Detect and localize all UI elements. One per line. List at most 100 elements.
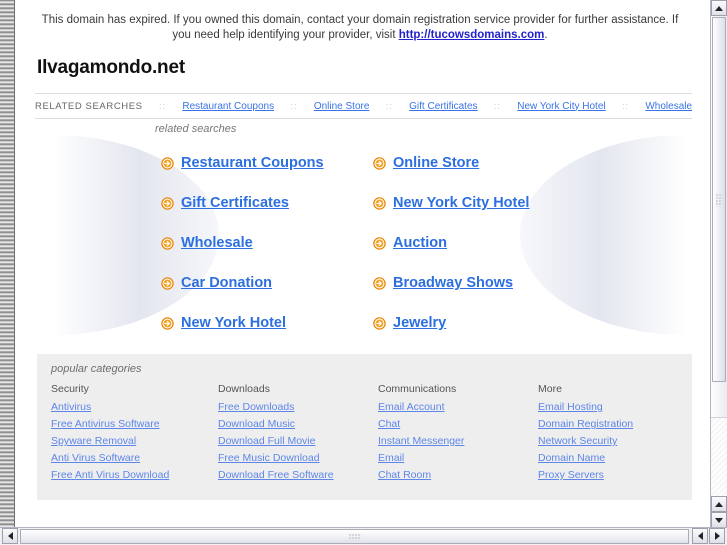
triangle-up-icon: [715, 501, 723, 507]
nav-separator: ::: [621, 101, 629, 111]
arrow-circle-icon: [373, 276, 386, 290]
nav-separator: ::: [290, 101, 298, 111]
navbar-link-gift-certificates[interactable]: Gift Certificates: [409, 101, 477, 112]
arrow-circle-icon: [373, 316, 386, 330]
triangle-up-icon: [715, 5, 723, 11]
related-searches-caption: related searches: [155, 123, 237, 135]
category-link-free-antivirus-software[interactable]: Free Antivirus Software: [51, 418, 218, 430]
category-link-email-account[interactable]: Email Account: [378, 401, 538, 413]
triangle-left-icon: [697, 532, 703, 540]
popular-categories-columns: Security Antivirus Free Antivirus Softwa…: [51, 383, 692, 486]
popular-categories-panel: popular categories Security Antivirus Fr…: [37, 354, 692, 500]
category-link-domain-name[interactable]: Domain Name: [538, 452, 692, 464]
related-searches-panel: related searches Restaurant Coupons Onli…: [35, 119, 692, 344]
category-heading: More: [538, 383, 562, 395]
navbar-link-new-york-city-hotel[interactable]: New York City Hotel: [517, 101, 605, 112]
related-link-wholesale[interactable]: Wholesale: [161, 223, 373, 263]
scroll-down-button[interactable]: [711, 512, 727, 528]
category-column-communications: Communications Email Account Chat Instan…: [378, 383, 538, 486]
category-heading: Downloads: [218, 383, 270, 395]
navbar-link-online-store[interactable]: Online Store: [314, 101, 370, 112]
triangle-right-icon: [714, 532, 720, 540]
related-link-broadway-shows[interactable]: Broadway Shows: [373, 263, 591, 303]
horizontal-scrollbar[interactable]: [0, 527, 727, 545]
arrow-circle-icon: [161, 196, 174, 210]
browser-viewport: This domain has expired. If you owned th…: [0, 0, 727, 545]
category-link-download-music[interactable]: Download Music: [218, 418, 378, 430]
category-column-downloads: Downloads Free Downloads Download Music …: [218, 383, 378, 486]
scroll-up-button[interactable]: [711, 0, 727, 16]
tucows-domains-link[interactable]: http://tucowsdomains.com: [399, 29, 545, 41]
related-link-label: Auction: [393, 235, 447, 251]
arrow-circle-icon: [373, 156, 386, 170]
category-link-spyware-removal[interactable]: Spyware Removal: [51, 435, 218, 447]
related-link-car-donation[interactable]: Car Donation: [161, 263, 373, 303]
related-link-label: Jewelry: [393, 315, 447, 331]
category-link-network-security[interactable]: Network Security: [538, 435, 692, 447]
expiry-notice: This domain has expired. If you owned th…: [34, 13, 686, 43]
triangle-left-icon: [7, 532, 13, 540]
category-link-free-anti-virus-download[interactable]: Free Anti Virus Download: [51, 469, 218, 481]
scroll-right-button[interactable]: [709, 528, 725, 544]
category-link-free-music-download[interactable]: Free Music Download: [218, 452, 378, 464]
navbar-label: RELATED SEARCHES: [35, 100, 143, 112]
related-link-label: Car Donation: [181, 275, 273, 291]
category-column-security: Security Antivirus Free Antivirus Softwa…: [51, 383, 218, 486]
category-heading: Security: [51, 383, 89, 395]
related-link-new-york-city-hotel[interactable]: New York City Hotel: [373, 183, 591, 223]
scroll-up-button-secondary[interactable]: [711, 496, 727, 512]
nav-separator: ::: [158, 101, 166, 111]
category-column-more: More Email Hosting Domain Registration N…: [538, 383, 692, 486]
arrow-circle-icon: [161, 276, 174, 290]
category-heading: Communications: [378, 383, 457, 395]
category-link-chat-room[interactable]: Chat Room: [378, 469, 538, 481]
related-link-gift-certificates[interactable]: Gift Certificates: [161, 183, 373, 223]
vertical-scrollbar-track-lower[interactable]: [711, 417, 727, 496]
related-link-jewelry[interactable]: Jewelry: [373, 303, 591, 343]
related-link-online-store[interactable]: Online Store: [373, 143, 591, 183]
related-link-label: New York City Hotel: [393, 195, 530, 211]
navbar-link-wholesale[interactable]: Wholesale: [645, 101, 692, 112]
nav-separator: ::: [385, 101, 393, 111]
arrow-circle-icon: [161, 236, 174, 250]
scroll-left-button-secondary[interactable]: [692, 528, 708, 544]
triangle-down-icon: [715, 517, 723, 523]
category-link-antivirus[interactable]: Antivirus: [51, 401, 218, 413]
category-link-domain-registration[interactable]: Domain Registration: [538, 418, 692, 430]
category-link-download-full-movie[interactable]: Download Full Movie: [218, 435, 378, 447]
expiry-notice-text-before: This domain has expired. If you owned th…: [41, 14, 679, 41]
scroll-left-button[interactable]: [2, 528, 18, 544]
category-link-download-free-software[interactable]: Download Free Software: [218, 469, 378, 481]
vertical-scrollbar-thumb[interactable]: [712, 17, 726, 382]
related-link-label: Broadway Shows: [393, 275, 514, 291]
navbar-link-restaurant-coupons[interactable]: Restaurant Coupons: [182, 101, 274, 112]
category-link-proxy-servers[interactable]: Proxy Servers: [538, 469, 692, 481]
popular-categories-caption: popular categories: [51, 363, 142, 375]
related-link-label: New York Hotel: [181, 315, 287, 331]
scrollbar-grip-icon: [348, 533, 361, 540]
category-link-instant-messenger[interactable]: Instant Messenger: [378, 435, 538, 447]
category-link-free-downloads[interactable]: Free Downloads: [218, 401, 378, 413]
related-searches-link-grid: Restaurant Coupons Online Store Gift Cer…: [161, 143, 591, 343]
related-link-label: Online Store: [393, 155, 480, 171]
nav-separator: ::: [493, 101, 501, 111]
scrollbar-grip-icon: [715, 193, 723, 206]
horizontal-scrollbar-thumb[interactable]: [20, 529, 689, 544]
arrow-circle-icon: [161, 316, 174, 330]
category-link-anti-virus-software[interactable]: Anti Virus Software: [51, 452, 218, 464]
related-link-new-york-hotel[interactable]: New York Hotel: [161, 303, 373, 343]
page-canvas: This domain has expired. If you owned th…: [15, 0, 705, 528]
related-link-restaurant-coupons[interactable]: Restaurant Coupons: [161, 143, 373, 183]
category-link-email[interactable]: Email: [378, 452, 538, 464]
related-link-label: Gift Certificates: [181, 195, 289, 211]
related-link-label: Restaurant Coupons: [181, 155, 324, 171]
page-title: Ilvagamondo.net: [37, 57, 185, 78]
related-link-label: Wholesale: [181, 235, 253, 251]
category-link-email-hosting[interactable]: Email Hosting: [538, 401, 692, 413]
related-link-auction[interactable]: Auction: [373, 223, 591, 263]
arrow-circle-icon: [373, 236, 386, 250]
vertical-scrollbar[interactable]: [710, 0, 727, 528]
arrow-circle-icon: [373, 196, 386, 210]
category-link-chat[interactable]: Chat: [378, 418, 538, 430]
left-gutter-stripes: [0, 0, 15, 528]
